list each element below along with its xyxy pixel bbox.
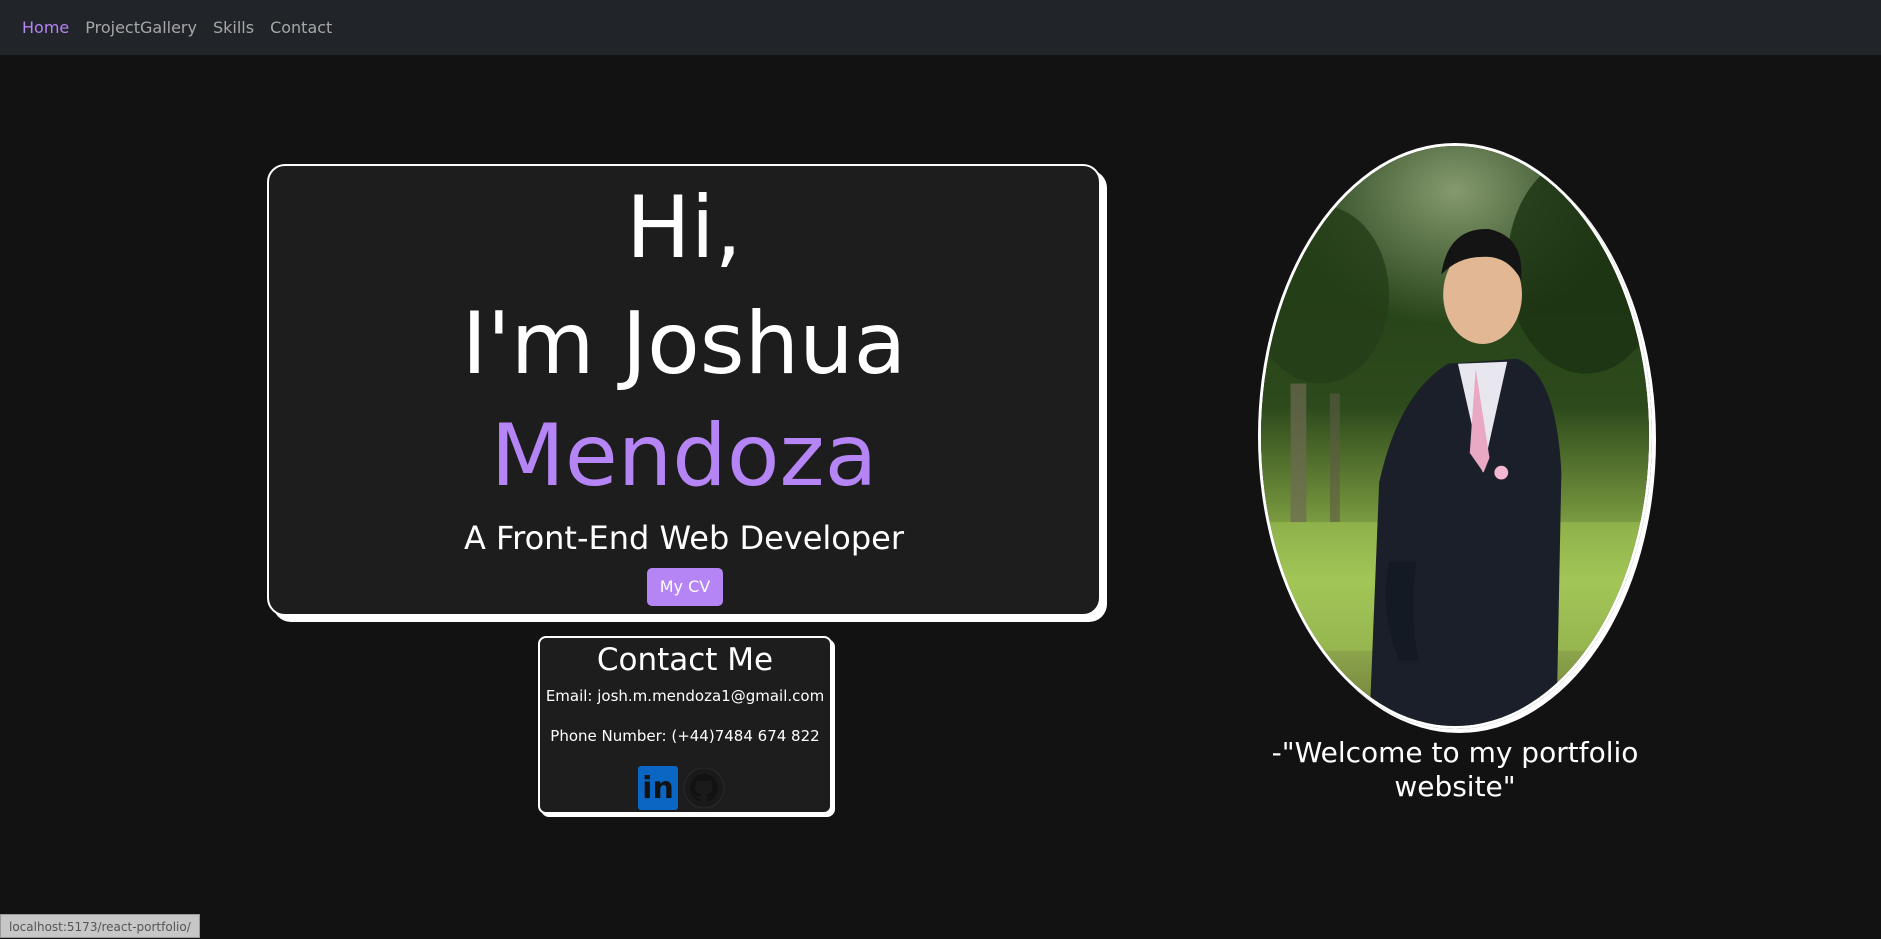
status-bar-url: localhost:5173/react-portfolio/ <box>0 914 200 938</box>
nav-project-gallery-link[interactable]: ProjectGallery <box>85 18 197 37</box>
contact-email: Email: josh.m.mendoza1@gmail.com <box>545 687 825 705</box>
nav-skills-link[interactable]: Skills <box>213 18 254 37</box>
hero-greeting: Hi, <box>626 178 742 278</box>
hero-surname: Mendoza <box>490 406 878 506</box>
profile-photo <box>1258 143 1652 729</box>
profile-photo-icon <box>1261 146 1649 726</box>
hero-card: Hi, I'm Joshua Mendoza A Front-End Web D… <box>267 164 1101 616</box>
hero-role: A Front-End Web Developer <box>463 519 905 557</box>
social-links: in <box>638 766 726 810</box>
top-navbar: Home ProjectGallery Skills Contact <box>0 0 1881 55</box>
welcome-quote: -"Welcome to my portfolio website" <box>1271 736 1639 803</box>
github-icon[interactable] <box>682 766 726 810</box>
nav-contact-link[interactable]: Contact <box>270 18 332 37</box>
contact-card: Contact Me Email: josh.m.mendoza1@gmail.… <box>538 636 832 814</box>
linkedin-icon[interactable]: in <box>638 766 678 810</box>
hero-name: I'm Joshua <box>461 294 907 394</box>
contact-phone: Phone Number: (+44)7484 674 822 <box>550 727 820 745</box>
nav-home-link[interactable]: Home <box>22 18 69 37</box>
contact-title: Contact Me <box>596 642 774 678</box>
my-cv-button[interactable]: My CV <box>647 568 723 606</box>
